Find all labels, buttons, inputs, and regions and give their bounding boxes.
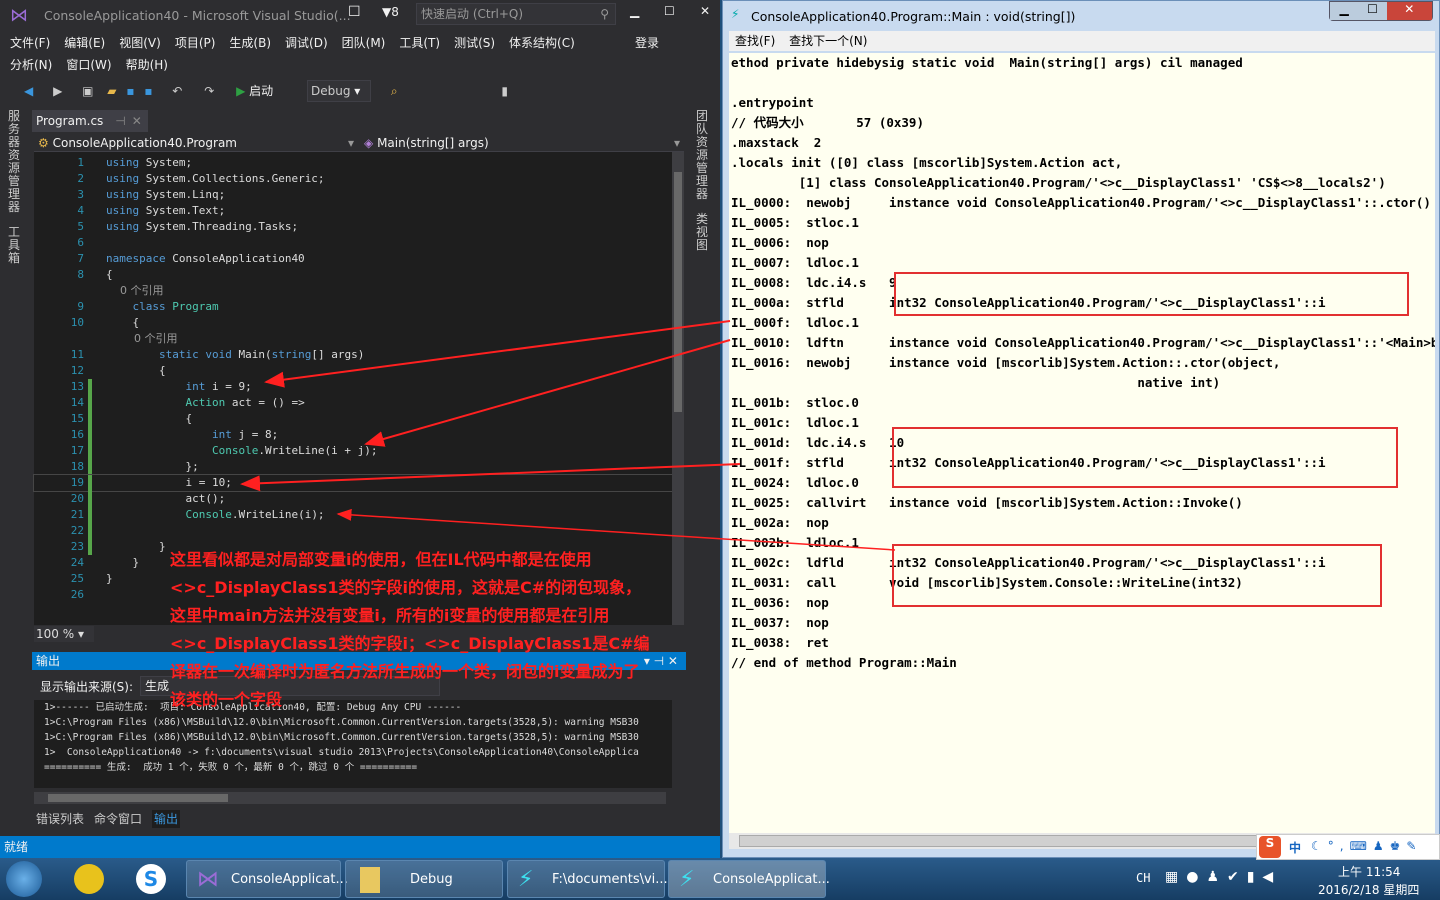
taskbar-label: ConsoleApplicat... — [231, 872, 348, 887]
music-app-icon[interactable] — [74, 864, 104, 894]
highlight-box-ldfld — [892, 544, 1382, 607]
sogou-browser-icon[interactable]: S — [136, 864, 166, 894]
clock-time[interactable]: 上午 11:54 — [1338, 863, 1400, 880]
annotation-text: 这里看似都是对局部变量i的使用，但在IL代码中都是在使用<>c_DisplayC… — [170, 550, 650, 709]
arrow-to-line-21 — [336, 508, 896, 551]
ildasm-icon: ⚡ — [679, 867, 695, 892]
highlight-box-ldc9 — [894, 272, 1409, 316]
ime-mode[interactable]: 中 — [1289, 839, 1301, 856]
highlight-box-ldc10 — [892, 427, 1398, 488]
taskbar-label: Debug — [410, 872, 453, 887]
ildasm-icon: ⚡ — [518, 867, 534, 892]
tray-icons[interactable]: ▦●♟✔▮◀ — [1165, 869, 1281, 885]
ime-tools-icons[interactable]: ☾°,⌨♟♚✎ — [1311, 839, 1422, 853]
taskbar: S ⋈ ConsoleApplicat... Debug ⚡ F:\document… — [0, 858, 1440, 900]
taskbar-item-ildasm-1[interactable]: ⚡ F:\documents\vi... — [507, 860, 668, 898]
taskbar-label: ConsoleApplicat... — [713, 872, 830, 887]
start-button[interactable] — [6, 861, 42, 897]
arrow-to-line-17 — [364, 339, 731, 447]
arrow-to-line-19 — [240, 463, 741, 492]
clock-date[interactable]: 2016/2/18 星期四 — [1318, 881, 1419, 898]
folder-icon — [360, 867, 380, 893]
annotation-overlay — [240, 272, 1409, 607]
ime-toolbar: S 中 ☾°,⌨♟♚✎ — [1256, 834, 1440, 860]
taskbar-item-ildasm-2[interactable]: ⚡ ConsoleApplicat... — [668, 860, 830, 898]
taskbar-item-vs[interactable]: ⋈ ConsoleApplicat... — [186, 860, 348, 898]
taskbar-label: F:\documents\vi... — [552, 872, 668, 887]
language-indicator[interactable]: CH — [1136, 871, 1150, 885]
arrow-to-line-13 — [264, 320, 731, 388]
taskbar-item-debug-folder[interactable]: Debug — [345, 860, 503, 898]
sogou-ime-icon[interactable]: S — [1259, 836, 1281, 858]
vs-icon: ⋈ — [197, 867, 219, 892]
